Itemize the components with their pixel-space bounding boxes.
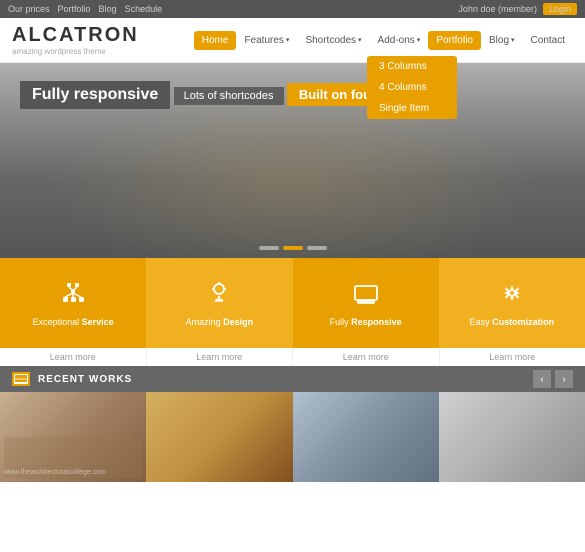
dot-1[interactable] — [259, 246, 279, 250]
learn-more-design[interactable]: Learn more — [147, 348, 294, 366]
hero-badge-responsive: Fully responsive — [20, 81, 170, 109]
recent-works-prev[interactable]: ‹ — [533, 370, 551, 388]
gallery-item-2[interactable] — [146, 392, 292, 482]
gallery: www.thearchitecturalcollege.com — [0, 392, 585, 482]
design-icon — [205, 279, 233, 313]
recent-works-icon — [12, 372, 30, 386]
nav-portfolio[interactable]: Portfolio — [428, 31, 481, 50]
design-label: Amazing Design — [186, 317, 254, 327]
responsive-label: Fully Responsive — [330, 317, 402, 327]
service-icon — [59, 279, 87, 313]
recent-works-header: RECENT WORKS ‹ › — [0, 366, 585, 392]
hero-dots — [259, 246, 327, 250]
navigation: ALCATRON amazing wordpress theme Home Fe… — [0, 18, 585, 63]
service-label: Exceptional Service — [33, 317, 114, 327]
gallery-item-4[interactable] — [439, 392, 585, 482]
hero-section: Fully responsive Lots of shortcodes Buil… — [0, 63, 585, 258]
topbar-link-3[interactable]: Blog — [99, 4, 117, 14]
topbar-link-1[interactable]: Our prices — [8, 4, 50, 14]
dropdown-4col[interactable]: 4 Columns — [367, 77, 457, 98]
user-name: John doe (member) — [458, 4, 537, 14]
nav-blog[interactable]: Blog▾ — [481, 31, 523, 50]
hero-badge-shortcodes: Lots of shortcodes — [174, 87, 284, 105]
feature-service[interactable]: Exceptional Service — [0, 258, 146, 348]
dot-2[interactable] — [283, 246, 303, 250]
customization-icon — [498, 279, 526, 313]
feature-responsive[interactable]: Fully Responsive — [293, 258, 439, 348]
recent-works-title: RECENT WORKS — [38, 374, 132, 385]
portfolio-dropdown: 3 Columns 4 Columns Single Item — [367, 56, 457, 119]
topbar-link-4[interactable]: Schedule — [125, 4, 163, 14]
topbar-link-2[interactable]: Portfolio — [58, 4, 91, 14]
nav-addons[interactable]: Add-ons▾ — [370, 31, 429, 50]
login-button[interactable]: Login — [543, 3, 577, 15]
learn-more-row: Learn more Learn more Learn more Learn m… — [0, 348, 585, 366]
customization-label: Easy Customization — [470, 317, 555, 327]
dot-3[interactable] — [307, 246, 327, 250]
top-bar: Our prices Portfolio Blog Schedule John … — [0, 0, 585, 18]
nav-features[interactable]: Features▾ — [236, 31, 297, 50]
learn-more-responsive[interactable]: Learn more — [293, 348, 440, 366]
nav-menu: Home Features▾ Shortcodes▾ Add-ons▾ Port… — [194, 31, 573, 50]
recent-works-next[interactable]: › — [555, 370, 573, 388]
nav-contact[interactable]: Contact — [523, 31, 573, 50]
logo-title: ALCATRON — [12, 24, 139, 47]
recent-works-nav: ‹ › — [533, 370, 573, 388]
learn-more-customization[interactable]: Learn more — [440, 348, 585, 366]
learn-more-service[interactable]: Learn more — [0, 348, 147, 366]
dropdown-single[interactable]: Single Item — [367, 98, 457, 119]
nav-shortcodes[interactable]: Shortcodes▾ — [297, 31, 369, 50]
responsive-icon — [352, 279, 380, 313]
feature-boxes: Exceptional Service Amazing Design — [0, 258, 585, 348]
feature-customization[interactable]: Easy Customization — [439, 258, 585, 348]
nav-home[interactable]: Home — [194, 31, 237, 50]
dropdown-3col[interactable]: 3 Columns — [367, 56, 457, 77]
gallery-watermark: www.thearchitecturalcollege.com — [4, 469, 106, 476]
logo-subtitle: amazing wordpress theme — [12, 47, 139, 56]
gallery-item-1[interactable]: www.thearchitecturalcollege.com — [0, 392, 146, 482]
feature-design[interactable]: Amazing Design — [146, 258, 292, 348]
logo: ALCATRON amazing wordpress theme — [12, 24, 139, 56]
gallery-item-3[interactable] — [293, 392, 439, 482]
